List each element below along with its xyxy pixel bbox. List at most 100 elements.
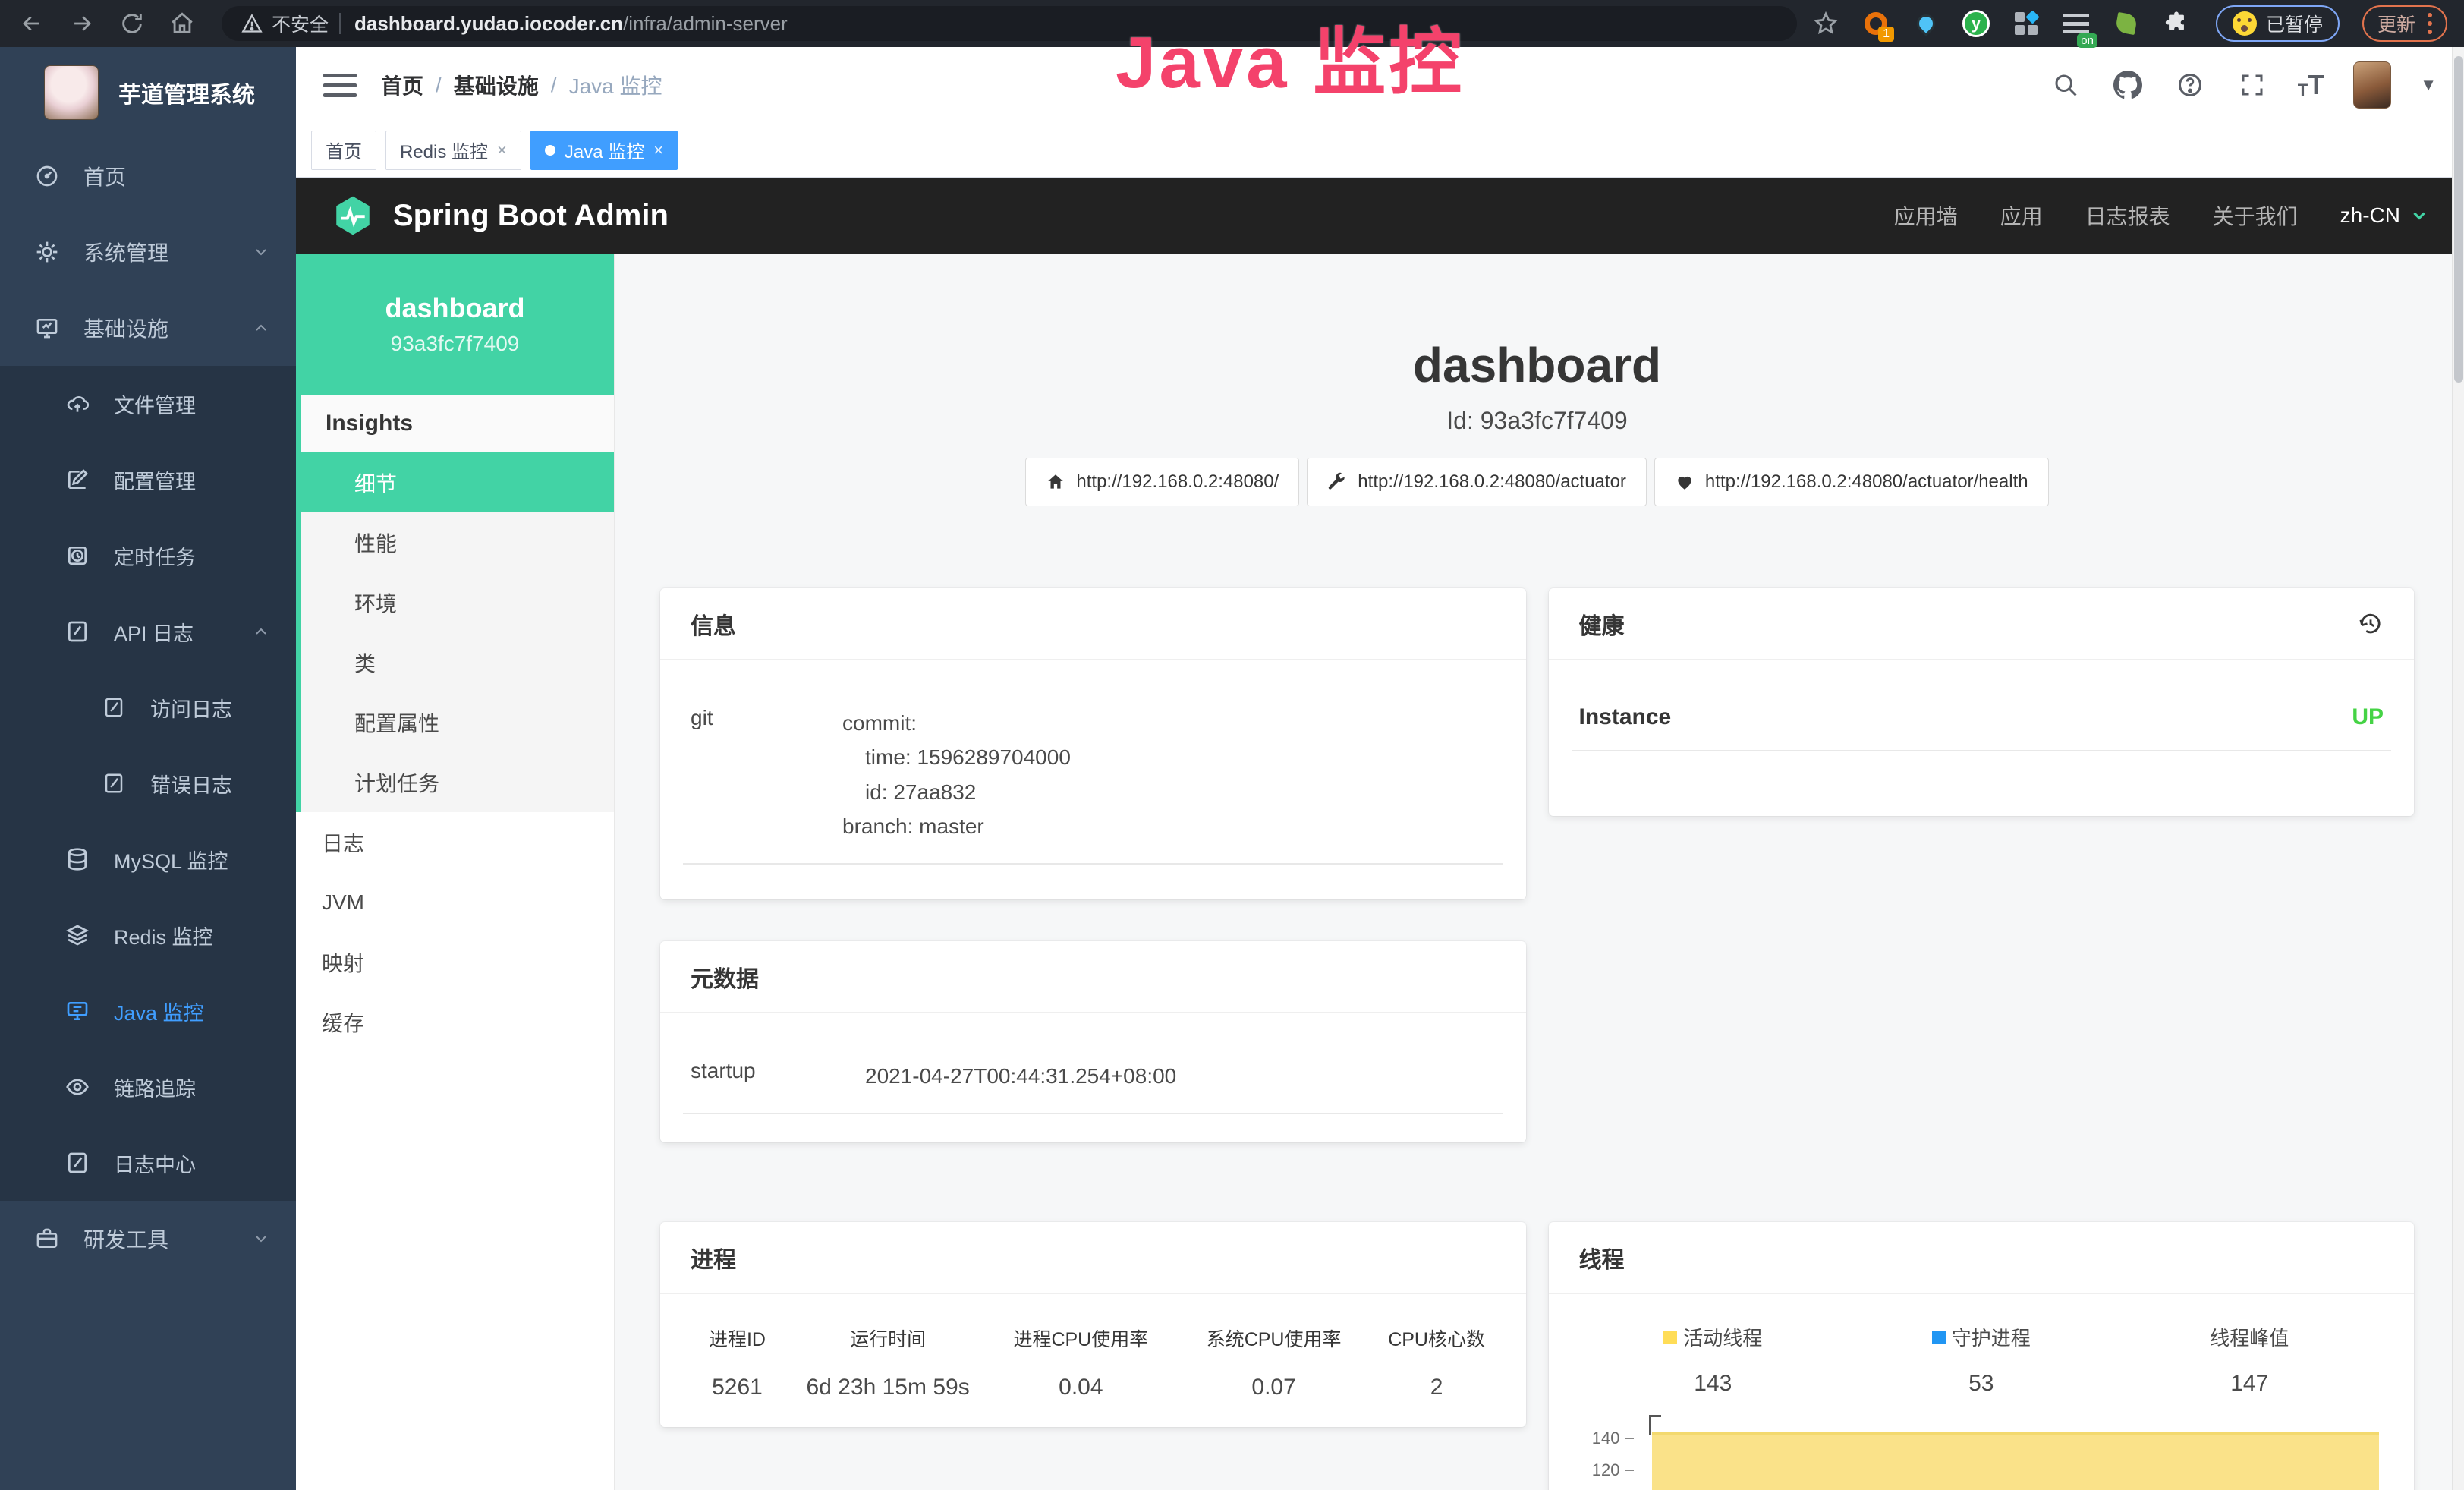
close-icon[interactable]: × (497, 140, 507, 160)
instance-detail-content: dashboard Id: 93a3fc7f7409 http://192.16… (615, 254, 2464, 1490)
history-icon[interactable] (2358, 611, 2384, 637)
sidebar-item-infra[interactable]: 基础设施 (0, 290, 296, 366)
threads-area-chart: 140 120 100 (1579, 1415, 2384, 1490)
sba-menu-classes[interactable]: 类 (301, 632, 614, 692)
sba-menu-metrics[interactable]: 性能 (301, 512, 614, 572)
sidebar-item-config[interactable]: 配置管理 (0, 442, 296, 518)
actuator-url-button[interactable]: http://192.168.0.2:48080/actuator (1307, 458, 1647, 506)
gauge-icon (32, 164, 62, 188)
sba-menu-logfile[interactable]: 日志 (296, 812, 614, 872)
sba-nav-about[interactable]: 关于我们 (2213, 200, 2298, 231)
chevron-down-icon (2409, 206, 2429, 225)
cloud-upload-icon (62, 392, 93, 416)
health-url-button[interactable]: http://192.168.0.2:48080/actuator/health (1654, 458, 2049, 506)
puzzle-icon[interactable] (2161, 8, 2192, 39)
bookmark-star-icon[interactable] (1811, 8, 1841, 39)
sba-menu-caches[interactable]: 缓存 (296, 992, 614, 1052)
row-divider (1572, 750, 2392, 751)
col-header: 运行时间 (791, 1325, 984, 1352)
forward-icon[interactable] (67, 8, 97, 39)
metadata-value: 2021-04-27T00:44:31.254+08:00 (865, 1059, 1496, 1093)
sidebar-item-error-log[interactable]: 错误日志 (0, 745, 296, 821)
sba-locale-select[interactable]: zh-CN (2340, 203, 2429, 228)
sba-menu-mappings[interactable]: 映射 (296, 932, 614, 992)
scrollbar-thumb[interactable] (2454, 56, 2463, 383)
layers-icon (62, 923, 93, 947)
search-icon[interactable] (2049, 68, 2082, 102)
kebab-menu-icon[interactable] (2428, 13, 2432, 34)
live-threads-value: 143 (1579, 1371, 1848, 1397)
wrench-icon (1327, 472, 1347, 492)
paused-extension-button[interactable]: 已暂停 (2216, 5, 2340, 42)
row-divider (683, 863, 1503, 865)
sidebar-item-system[interactable]: 系统管理 (0, 214, 296, 290)
sba-nav-journal[interactable]: 日志报表 (2085, 200, 2170, 231)
app-sidebar: 芋道管理系统 首页 系统管理 基础设施 文件管理 (0, 47, 296, 1490)
metadata-key: startup (691, 1059, 865, 1093)
page-scrollbar[interactable] (2452, 47, 2464, 1490)
help-icon[interactable] (2173, 68, 2207, 102)
col-header: 系统CPU使用率 (1177, 1325, 1370, 1352)
instance-header[interactable]: dashboard 93a3fc7f7409 (296, 254, 614, 395)
sba-menu-details[interactable]: 细节 (301, 452, 614, 512)
address-bar[interactable]: 不安全 dashboard.yudao.iocoder.cn /infra/ad… (222, 6, 1797, 41)
sba-menu-configprops[interactable]: 配置属性 (301, 692, 614, 752)
font-size-icon[interactable]: TT (2298, 71, 2324, 99)
sidebar-item-trace[interactable]: 链路追踪 (0, 1049, 296, 1125)
chevron-down-icon[interactable]: ▼ (2420, 75, 2437, 95)
sba-menu-jvm[interactable]: JVM (296, 872, 614, 932)
sba-brand[interactable]: Spring Boot Admin (331, 194, 669, 238)
sidebar-item-log-center[interactable]: 日志中心 (0, 1125, 296, 1201)
breadcrumb-home[interactable]: 首页 (381, 70, 423, 100)
on-badge: on (2077, 33, 2097, 48)
sidebar-item-home[interactable]: 首页 (0, 138, 296, 214)
tab-java[interactable]: Java 监控 × (530, 131, 678, 170)
instance-id: 93a3fc7f7409 (391, 332, 520, 356)
sidebar-item-redis[interactable]: Redis 监控 (0, 897, 296, 973)
eye-icon (62, 1075, 93, 1099)
sba-menu-env[interactable]: 环境 (301, 572, 614, 632)
process-card-header: 进程 (660, 1222, 1526, 1294)
hamburger-icon[interactable] (323, 68, 357, 102)
extension-orange-icon[interactable]: 1 (1861, 8, 1891, 39)
sba-menu-scheduled[interactable]: 计划任务 (301, 752, 614, 812)
close-icon[interactable]: × (653, 140, 663, 160)
edit-icon (62, 468, 93, 492)
sba-nav-applications[interactable]: 应用 (2000, 200, 2043, 231)
home-icon[interactable] (167, 8, 197, 39)
browser-update-button[interactable]: 更新 (2362, 5, 2447, 42)
col-header: 进程ID (683, 1325, 791, 1352)
fullscreen-icon[interactable] (2236, 68, 2269, 102)
extension-leaf-icon[interactable] (2111, 8, 2141, 39)
health-card: 健康 Instance UP (1549, 588, 2415, 816)
sidebar-item-api-log[interactable]: API 日志 (0, 594, 296, 669)
daemon-threads-value: 53 (1847, 1371, 2116, 1397)
sidebar-item-java[interactable]: Java 监控 (0, 973, 296, 1049)
sba-logo-icon (331, 194, 375, 238)
sidebar-item-devtools[interactable]: 研发工具 (0, 1201, 296, 1277)
sidebar-item-job[interactable]: 定时任务 (0, 518, 296, 594)
tab-home[interactable]: 首页 (311, 131, 376, 170)
breadcrumb-section[interactable]: 基础设施 (454, 70, 539, 100)
instance-links: http://192.168.0.2:48080/ http://192.168… (660, 458, 2414, 506)
sidebar-item-file[interactable]: 文件管理 (0, 366, 296, 442)
insights-label: Insights (301, 395, 614, 452)
tab-redis[interactable]: Redis 监控 × (385, 131, 521, 170)
sba-nav-wall[interactable]: 应用墙 (1894, 200, 1958, 231)
extension-grid-icon[interactable] (2011, 8, 2041, 39)
extension-list-icon[interactable]: on (2061, 8, 2091, 39)
sidebar-item-mysql[interactable]: MySQL 监控 (0, 821, 296, 897)
cell-process-cpu: 0.04 (984, 1375, 1177, 1400)
health-row-label[interactable]: Instance (1579, 704, 1672, 730)
extension-y-icon[interactable]: y (1961, 8, 1991, 39)
service-url-button[interactable]: http://192.168.0.2:48080/ (1025, 458, 1299, 506)
reload-icon[interactable] (117, 8, 147, 39)
sidebar-item-access-log[interactable]: 访问日志 (0, 669, 296, 745)
warning-icon (241, 13, 263, 34)
back-icon[interactable] (17, 8, 47, 39)
y-tick: 140 (1579, 1429, 1634, 1448)
extension-pin-icon[interactable] (1911, 8, 1941, 39)
github-icon[interactable] (2111, 68, 2145, 102)
threads-legend: 活动线程 守护进程 线程峰值 (1579, 1323, 2384, 1351)
user-avatar[interactable] (2353, 61, 2391, 109)
